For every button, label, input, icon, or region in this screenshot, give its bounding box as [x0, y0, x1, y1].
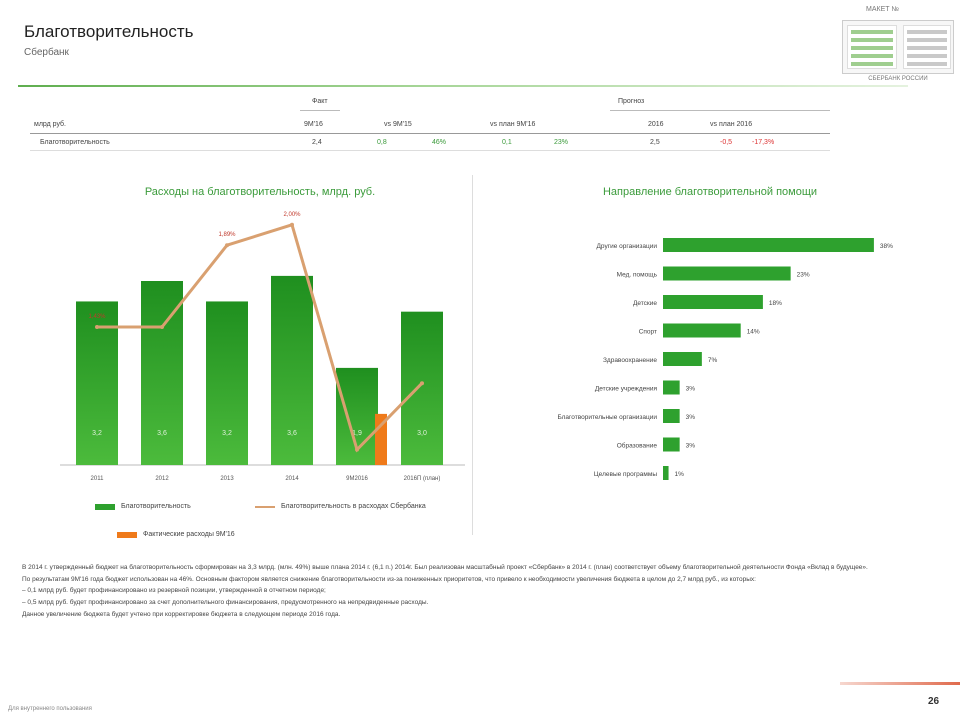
- bar: [401, 311, 443, 465]
- category-label: Спорт: [639, 329, 657, 336]
- left-chart-title: Расходы на благотворительность, млрд. ру…: [144, 186, 376, 198]
- x-tick-label: 2013: [220, 476, 234, 482]
- table-group-forecast: Прогноз: [618, 98, 645, 105]
- category-label: Образование: [617, 442, 658, 450]
- commentary-line: В 2014 г. утвержденный бюджет на благотв…: [22, 564, 868, 571]
- line-point: [355, 447, 359, 452]
- header-divider: [18, 85, 908, 87]
- category-label: Мед. помощь: [617, 272, 658, 279]
- table-col-header: 9M'16: [304, 121, 323, 128]
- right-bar-chart: Другие организации 38% Мед. помощь 23% Детск…: [557, 238, 893, 480]
- line-point: [95, 325, 99, 329]
- table-cell: 46%: [432, 139, 447, 146]
- category-label: Другие организации: [597, 243, 658, 250]
- x-tick-label: 9М2016: [346, 476, 368, 482]
- page-subtitle: Сбербанк: [24, 47, 69, 58]
- table-cell: -0,5: [720, 139, 733, 146]
- hbar: [663, 380, 680, 395]
- hbar-value-label: 3%: [686, 443, 696, 450]
- left-bar-chart: 3,220113,620123,220133,620141,99М20163,0…: [60, 212, 465, 482]
- bar-value-label: 3,0: [417, 430, 427, 437]
- category-label: Детские: [633, 300, 657, 307]
- legend-item-orange: Фактические расходы 9M'16: [117, 531, 235, 538]
- mini-preview-thumbnail: [842, 20, 954, 74]
- line-point: [420, 381, 424, 386]
- legend-item-bars: Благотворительность: [95, 503, 191, 510]
- bar-value-label: 3,2: [222, 430, 232, 437]
- line-value-label: 2,00%: [283, 212, 301, 218]
- mini-preview-caption: МАКЕТ №: [866, 6, 899, 13]
- mini-preview-label: СБЕРБАНК РОССИИ: [868, 76, 928, 82]
- hbar-value-label: 3%: [686, 414, 696, 421]
- hbar: [663, 295, 763, 309]
- x-tick-label: 2011: [91, 476, 105, 482]
- line-point: [160, 325, 164, 329]
- commentary-text: В 2014 г. утвержденный бюджет на благотв…: [22, 562, 932, 621]
- bar-value-label: 3,2: [92, 430, 102, 437]
- category-label: Благотворительные организации: [557, 414, 657, 421]
- x-tick-label: 2014: [285, 476, 299, 482]
- bar: [206, 301, 248, 465]
- hbar-value-label: 7%: [708, 357, 718, 364]
- page-number: 26: [928, 696, 940, 707]
- line-value-label: 1,89%: [218, 232, 236, 238]
- bar-value-label: 3,6: [157, 430, 167, 437]
- hbar: [663, 437, 680, 452]
- x-tick-label: 2016П (план): [404, 476, 441, 482]
- hbar: [663, 266, 791, 281]
- right-chart-title: Направление благотворительной помощи: [602, 186, 818, 198]
- category-label: Здравоохранение: [603, 357, 657, 364]
- line-value-label: 1,43%: [88, 314, 106, 320]
- table-cell: 2,5: [650, 139, 660, 146]
- line-point: [290, 222, 294, 227]
- hbar-value-label: 18%: [769, 300, 782, 307]
- hbar: [663, 466, 669, 480]
- hbar: [663, 323, 741, 338]
- category-label: Целевые программы: [594, 471, 657, 478]
- hbar: [663, 409, 680, 423]
- footer-note: Для внутреннего пользования: [8, 706, 92, 712]
- table-col-header: vs план 2016: [710, 121, 753, 128]
- summary-table: Факт Прогноз млрд руб. 9M'16 vs 9M'15 vs…: [20, 96, 830, 152]
- hbar-value-label: 3%: [686, 386, 696, 393]
- left-chart-legend: Благотворительность Благотворительность …: [95, 503, 475, 543]
- table-col-header: vs 9M'15: [384, 121, 412, 128]
- table-row-label: Благотворительность: [40, 139, 110, 146]
- chart-divider: [472, 175, 473, 535]
- commentary-line: Данное увеличение бюджета будет учтено п…: [22, 610, 341, 618]
- hbar-value-label: 14%: [747, 329, 760, 336]
- table-cell: 0,1: [502, 139, 512, 146]
- line-point: [225, 243, 229, 248]
- table-cell: -17,3%: [752, 139, 775, 146]
- hbar: [663, 238, 874, 252]
- hbar: [663, 352, 702, 366]
- table-group-fact: Факт: [312, 98, 328, 105]
- table-col-header: vs план 9M'16: [490, 121, 536, 128]
- table-cell: 0,8: [377, 139, 387, 146]
- hbar-value-label: 38%: [880, 243, 893, 250]
- commentary-line: – 0,1 млрд руб. будет профинансировано и…: [22, 587, 326, 595]
- table-col-header: 2016: [648, 121, 664, 128]
- commentary-line: По результатам 9М'16 года бюджет использ…: [22, 575, 756, 583]
- bar-value-label: 3,6: [287, 430, 297, 437]
- page-title: Благотворительность: [24, 22, 194, 41]
- table-cell: 23%: [554, 139, 569, 146]
- x-tick-label: 2012: [155, 476, 169, 482]
- category-label: Детские учреждения: [595, 386, 658, 393]
- table-unit: млрд руб.: [34, 121, 67, 128]
- commentary-line: – 0,5 млрд руб. будет профинансировано з…: [22, 599, 429, 607]
- footer-accent-bar: [840, 682, 960, 685]
- table-cell: 2,4: [312, 139, 322, 146]
- hbar-value-label: 23%: [797, 272, 810, 279]
- hbar-value-label: 1%: [675, 471, 685, 478]
- legend-item-line: Благотворительность в расходах Сбербанка: [255, 503, 426, 510]
